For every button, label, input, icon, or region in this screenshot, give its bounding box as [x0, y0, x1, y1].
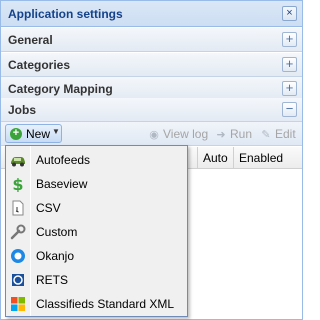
menu-item-label: Autofeeds — [36, 153, 91, 167]
menu-item-autofeeds[interactable]: Autofeeds — [6, 148, 187, 172]
svg-text:$: $ — [12, 176, 23, 192]
expand-icon[interactable]: + — [282, 32, 297, 47]
section-categories[interactable]: Categories + — [1, 53, 302, 77]
menu-item-baseview[interactable]: $ Baseview — [6, 172, 187, 196]
car-icon — [11, 157, 25, 167]
menu-item-classifieds-standard-xml[interactable]: Classifieds Standard XML — [6, 292, 187, 316]
expand-icon[interactable]: + — [282, 57, 297, 72]
section-jobs[interactable]: Jobs − — [1, 98, 302, 122]
view-log-button[interactable]: ◉ View log — [147, 127, 208, 141]
add-icon: + — [10, 128, 22, 140]
wrench-icon — [10, 224, 26, 240]
close-icon: × — [286, 7, 293, 19]
settings-window: Application settings × General + Categor… — [0, 0, 303, 320]
section-title-categories: Categories — [8, 58, 71, 72]
collapse-icon[interactable]: − — [282, 102, 297, 117]
menu-item-label: CSV — [36, 201, 61, 215]
run-arrow-icon: ➜ — [216, 129, 226, 141]
new-dropdown-menu: Autofeeds $ Baseview CSV Custom Okanjo R… — [5, 145, 188, 317]
rets-icon — [12, 274, 24, 286]
chevron-down-icon: ▼ — [52, 127, 60, 136]
menu-item-label: Okanjo — [36, 249, 75, 263]
expand-icon[interactable]: + — [282, 81, 297, 96]
title-bar: Application settings × — [1, 1, 302, 27]
okanjo-icon — [11, 249, 25, 263]
view-log-label: View log — [163, 127, 209, 141]
menu-item-csv[interactable]: CSV — [6, 196, 187, 220]
menu-item-label: Baseview — [36, 177, 88, 191]
menu-item-label: Classifieds Standard XML — [36, 297, 175, 311]
section-title-category-mapping: Category Mapping — [8, 82, 113, 96]
menu-item-custom[interactable]: Custom — [6, 220, 187, 244]
menu-item-label: Custom — [36, 225, 78, 239]
run-label: Run — [230, 127, 253, 141]
document-icon — [12, 200, 24, 216]
edit-label: Edit — [275, 127, 296, 141]
run-button[interactable]: ➜ Run — [214, 127, 252, 141]
menu-item-label: RETS — [36, 273, 69, 287]
column-header-enabled[interactable]: Enabled — [233, 147, 293, 169]
eye-icon: ◉ — [149, 129, 159, 141]
menu-item-rets[interactable]: RETS — [6, 268, 187, 292]
jobs-toolbar: + New ▼ ◉ View log ➜ Run ✎ Edit — [1, 122, 302, 146]
pencil-icon: ✎ — [261, 129, 271, 141]
dollar-icon: $ — [12, 176, 23, 192]
windows-icon — [11, 297, 25, 311]
edit-button[interactable]: ✎ Edit — [259, 127, 296, 141]
section-general[interactable]: General + — [1, 28, 302, 52]
window-title: Application settings — [8, 7, 123, 21]
column-header-auto[interactable]: Auto — [197, 147, 233, 169]
new-button[interactable]: + New ▼ — [5, 124, 62, 143]
menu-item-okanjo[interactable]: Okanjo — [6, 244, 187, 268]
close-button[interactable]: × — [282, 6, 297, 21]
section-title-jobs: Jobs — [8, 103, 37, 117]
section-title-general: General — [8, 33, 53, 47]
new-button-label: New — [26, 127, 51, 141]
